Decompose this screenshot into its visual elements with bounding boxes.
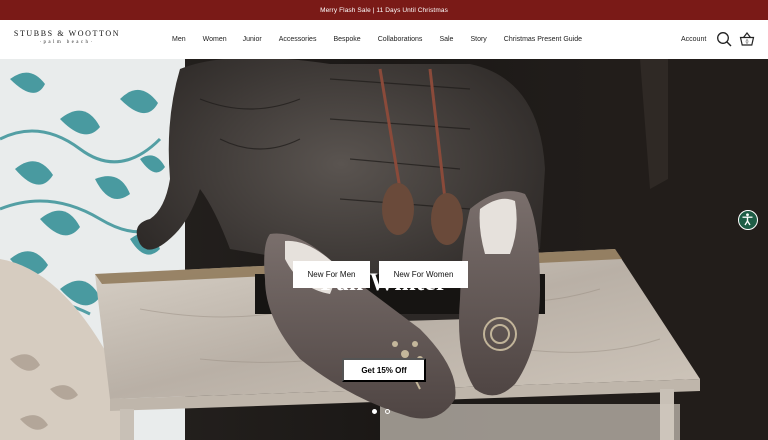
announcement-text[interactable]: Merry Flash Sale | 11 Days Until Christm… — [320, 7, 448, 14]
hero-image — [0, 59, 768, 440]
nav-item-christmas-present-guide[interactable]: Christmas Present Guide — [504, 34, 582, 46]
slider-dots — [372, 409, 390, 414]
account-link[interactable]: Account — [681, 34, 706, 46]
main-nav: Men Women Junior Accessories Bespoke Col… — [172, 34, 582, 46]
nav-item-sale[interactable]: Sale — [439, 34, 453, 46]
slider-dot-1[interactable] — [372, 409, 377, 414]
announcement-bar[interactable]: Merry Flash Sale | 11 Days Until Christm… — [0, 0, 768, 20]
accessibility-icon[interactable] — [738, 210, 758, 230]
new-for-men-button[interactable]: New For Men — [293, 261, 370, 288]
nav-item-accessories[interactable]: Accessories — [279, 34, 317, 46]
cart-count: 0 — [746, 40, 749, 46]
hero-banner[interactable]: Fall Winter New For Men New For Women — [0, 59, 768, 440]
brand-logo[interactable]: STUBBS & WOOTTON ·palm beach· — [9, 29, 125, 46]
nav-item-story[interactable]: Story — [470, 34, 486, 46]
search-icon[interactable] — [716, 31, 732, 47]
nav-item-bespoke[interactable]: Bespoke — [333, 34, 360, 46]
nav-item-junior[interactable]: Junior — [243, 34, 262, 46]
get-discount-button[interactable]: Get 15% Off — [342, 358, 426, 382]
nav-item-men[interactable]: Men — [172, 34, 186, 46]
site-header: STUBBS & WOOTTON ·palm beach· Men Women … — [0, 20, 768, 59]
nav-item-women[interactable]: Women — [203, 34, 227, 46]
new-for-women-button[interactable]: New For Women — [379, 261, 468, 288]
basket-icon[interactable]: 0 — [739, 31, 755, 47]
brand-name: STUBBS & WOOTTON — [13, 29, 121, 38]
nav-item-collaborations[interactable]: Collaborations — [378, 34, 423, 46]
brand-tagline: ·palm beach· — [39, 40, 95, 45]
slider-dot-2[interactable] — [385, 409, 390, 414]
